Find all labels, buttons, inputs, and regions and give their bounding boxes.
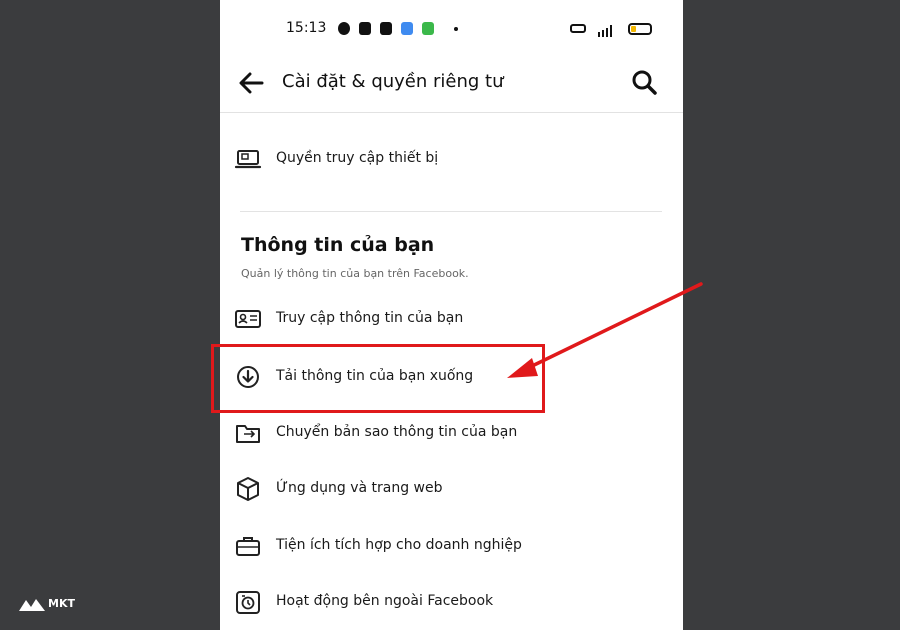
watermark-text: MKT [48,597,75,610]
mountain-logo-icon [19,599,45,611]
pointer-arrow-icon [507,282,703,378]
